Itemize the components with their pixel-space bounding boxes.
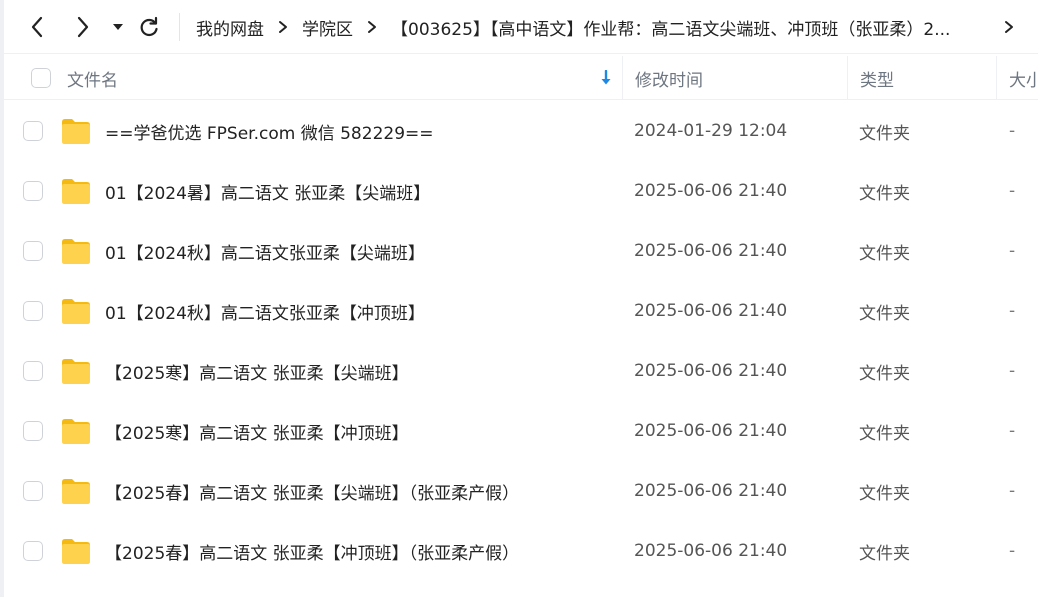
breadcrumb-separator-icon <box>278 20 288 34</box>
table-row[interactable]: 01【2024秋】高二语文张亚柔【尖端班】 2025-06-06 21:40 文… <box>4 221 1038 281</box>
folder-icon <box>60 521 92 581</box>
folder-icon <box>60 401 92 461</box>
breadcrumb: 我的网盘 学院区 【003625】【高中语文】作业帮：高二语文尖端班、冲顶班（张… <box>196 0 991 54</box>
column-header-modified[interactable]: 修改时间 <box>622 56 848 100</box>
file-type: 文件夹 <box>859 543 910 564</box>
row-checkbox[interactable] <box>23 121 43 141</box>
folder-icon <box>60 221 92 281</box>
file-name[interactable]: ==学爸优选 FPSer.com 微信 582229== <box>105 101 605 161</box>
file-size: - <box>1009 481 1016 501</box>
modified-time: 2025-06-06 21:40 <box>634 481 788 501</box>
file-name[interactable]: 01【2024暑】高二语文 张亚柔【尖端班】 <box>105 161 605 221</box>
file-name[interactable]: 01【2024秋】高二语文张亚柔【冲顶班】 <box>105 281 605 341</box>
table-row[interactable]: 【2025寒】高二语文 张亚柔【尖端班】 2025-06-06 21:40 文件… <box>4 341 1038 401</box>
file-name[interactable]: 【2025寒】高二语文 张亚柔【冲顶班】 <box>105 401 605 461</box>
file-size: - <box>1009 361 1016 381</box>
breadcrumb-item-current-folder[interactable]: 【003625】【高中语文】作业帮：高二语文尖端班、冲顶班（张亚柔）2... <box>391 15 991 40</box>
file-list-header: 文件名 修改时间 类型 大小 <box>4 56 1038 100</box>
folder-icon <box>60 341 92 401</box>
file-size: - <box>1009 301 1016 321</box>
table-row[interactable]: 01【2024暑】高二语文 张亚柔【尖端班】 2025-06-06 21:40 … <box>4 161 1038 221</box>
modified-time: 2025-06-06 21:40 <box>634 361 788 381</box>
modified-time: 2025-06-06 21:40 <box>634 181 788 201</box>
column-header-size[interactable]: 大小 <box>996 56 1038 100</box>
file-type: 文件夹 <box>859 303 910 324</box>
row-checkbox[interactable] <box>23 361 43 381</box>
folder-icon <box>60 101 92 161</box>
file-size: - <box>1009 241 1016 261</box>
table-row[interactable]: 【2025春】高二语文 张亚柔【尖端班】（张亚柔产假） 2025-06-06 2… <box>4 461 1038 521</box>
refresh-icon <box>140 16 158 37</box>
column-header-name[interactable]: 文件名 <box>67 56 620 100</box>
breadcrumb-separator-icon <box>367 20 377 34</box>
row-checkbox[interactable] <box>23 181 43 201</box>
forward-button[interactable] <box>68 11 98 43</box>
history-dropdown-button[interactable] <box>108 11 128 43</box>
table-row[interactable]: ==学爸优选 FPSer.com 微信 582229== 2024-01-29 … <box>4 101 1038 161</box>
select-all-checkbox[interactable] <box>31 68 51 88</box>
file-type: 文件夹 <box>859 123 910 144</box>
file-size: - <box>1009 541 1016 561</box>
file-name[interactable]: 【2025春】高二语文 张亚柔【冲顶班】（张亚柔产假） <box>105 521 605 581</box>
row-checkbox[interactable] <box>23 241 43 261</box>
file-type: 文件夹 <box>859 363 910 384</box>
chevron-right-icon <box>1005 21 1013 33</box>
breadcrumb-more-button[interactable] <box>998 15 1020 39</box>
modified-time: 2024-01-29 12:04 <box>634 121 788 141</box>
modified-time: 2025-06-06 21:40 <box>634 301 788 321</box>
file-list: ==学爸优选 FPSer.com 微信 582229== 2024-01-29 … <box>4 101 1038 581</box>
table-row[interactable]: 01【2024秋】高二语文张亚柔【冲顶班】 2025-06-06 21:40 文… <box>4 281 1038 341</box>
file-name[interactable]: 01【2024秋】高二语文张亚柔【尖端班】 <box>105 221 605 281</box>
file-name[interactable]: 【2025春】高二语文 张亚柔【尖端班】（张亚柔产假） <box>105 461 605 521</box>
arrow-down-icon <box>601 70 611 85</box>
file-type: 文件夹 <box>859 483 910 504</box>
folder-icon <box>60 461 92 521</box>
table-row[interactable]: 【2025寒】高二语文 张亚柔【冲顶班】 2025-06-06 21:40 文件… <box>4 401 1038 461</box>
file-name[interactable]: 【2025寒】高二语文 张亚柔【尖端班】 <box>105 341 605 401</box>
row-checkbox[interactable] <box>23 421 43 441</box>
modified-time: 2025-06-06 21:40 <box>634 421 788 441</box>
file-type: 文件夹 <box>859 243 910 264</box>
table-row[interactable]: 【2025春】高二语文 张亚柔【冲顶班】（张亚柔产假） 2025-06-06 2… <box>4 521 1038 581</box>
toolbar-divider <box>179 13 180 41</box>
column-header-type[interactable]: 类型 <box>847 56 997 100</box>
row-checkbox[interactable] <box>23 301 43 321</box>
select-all-cell <box>31 56 51 100</box>
sort-descending-button[interactable] <box>598 68 614 88</box>
back-button[interactable] <box>22 11 52 43</box>
file-size: - <box>1009 121 1016 141</box>
file-type: 文件夹 <box>859 423 910 444</box>
folder-icon <box>60 161 92 221</box>
navigation-toolbar: 我的网盘 学院区 【003625】【高中语文】作业帮：高二语文尖端班、冲顶班（张… <box>4 0 1038 54</box>
chevron-right-icon <box>77 16 89 38</box>
modified-time: 2025-06-06 21:40 <box>634 241 788 261</box>
file-size: - <box>1009 181 1016 201</box>
file-size: - <box>1009 421 1016 441</box>
row-checkbox[interactable] <box>23 481 43 501</box>
row-checkbox[interactable] <box>23 541 43 561</box>
file-type: 文件夹 <box>859 183 910 204</box>
breadcrumb-item-college[interactable]: 学院区 <box>302 15 353 40</box>
refresh-button[interactable] <box>134 11 164 43</box>
modified-time: 2025-06-06 21:40 <box>634 541 788 561</box>
chevron-left-icon <box>31 16 43 38</box>
breadcrumb-item-my-drive[interactable]: 我的网盘 <box>196 15 264 40</box>
folder-icon <box>60 281 92 341</box>
caret-down-icon <box>113 24 123 30</box>
